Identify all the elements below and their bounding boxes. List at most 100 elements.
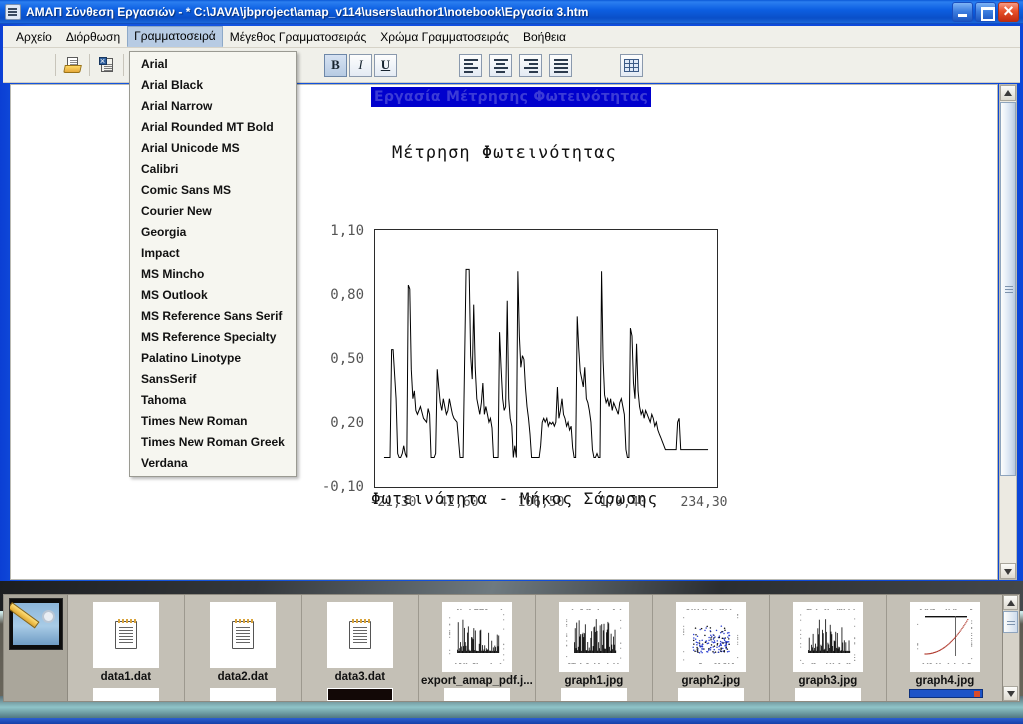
align-left-icon — [463, 59, 478, 73]
scroll-up-arrow-icon[interactable] — [1003, 595, 1018, 610]
file-browser-list: data1.dat data2.dat data3.dat export_ama… — [68, 595, 1002, 701]
menu-option-font[interactable]: MS Reference Specialty — [130, 327, 296, 348]
align-right-icon — [523, 59, 538, 73]
list-item[interactable]: graph3.jpg — [770, 595, 887, 701]
bold-label: B — [331, 57, 340, 72]
align-center-button[interactable] — [489, 53, 512, 77]
list-item[interactable]: graph4.jpg — [887, 595, 1002, 701]
menu-option-font[interactable]: MS Mincho — [130, 264, 296, 285]
scroll-down-arrow-icon[interactable] — [1003, 686, 1018, 701]
scrollbar-thumb[interactable] — [1003, 611, 1018, 633]
menu-option-font[interactable]: Georgia — [130, 222, 296, 243]
menu-option-font[interactable]: Comic Sans MS — [130, 180, 296, 201]
text-file-icon — [92, 602, 159, 668]
taskbar-sliver — [0, 718, 1023, 724]
menu-option-font[interactable]: Arial Narrow — [130, 96, 296, 117]
menu-item-help[interactable]: Βοήθεια — [516, 27, 573, 47]
y-axis-tick: -0,10 — [321, 479, 364, 495]
align-right-button[interactable] — [519, 53, 542, 77]
menu-option-font[interactable]: Times New Roman Greek — [130, 432, 296, 453]
y-axis-tick: 0,50 — [330, 351, 364, 367]
tray-window-sliver — [908, 689, 983, 698]
line-chart-svg — [375, 230, 717, 487]
chart-thumbnail-icon — [675, 602, 746, 672]
open-document-button[interactable] — [61, 54, 84, 77]
image-editor-preview-icon[interactable] — [9, 598, 63, 650]
insert-table-button[interactable] — [620, 53, 643, 77]
scroll-down-arrow-icon[interactable] — [1000, 563, 1016, 579]
toolbar-separator — [89, 54, 90, 76]
menu-option-font[interactable]: MS Outlook — [130, 285, 296, 306]
menu-item-edit[interactable]: Διόρθωση — [59, 27, 127, 47]
chart-thumbnail-icon — [558, 602, 629, 672]
file-name-label: graph2.jpg — [681, 675, 741, 687]
file-name-label: data3.dat — [334, 671, 386, 683]
y-axis-tick: 1,10 — [330, 223, 364, 239]
text-file-icon — [326, 602, 393, 668]
scroll-up-arrow-icon[interactable] — [1000, 85, 1016, 101]
open-document-icon — [62, 57, 82, 73]
y-axis-tick: 0,80 — [330, 287, 364, 303]
align-justify-button[interactable] — [549, 53, 572, 77]
file-name-label: graph3.jpg — [798, 675, 858, 687]
align-justify-icon — [553, 59, 568, 73]
menu-option-font[interactable]: Arial Black — [130, 75, 296, 96]
scrollbar-thumb[interactable] — [1000, 102, 1016, 476]
menu-option-font[interactable]: Palatino Linotype — [130, 348, 296, 369]
menu-option-font[interactable]: SansSerif — [130, 369, 296, 390]
chart-thumbnail-icon — [441, 602, 512, 672]
menu-option-font[interactable]: Times New Roman — [130, 411, 296, 432]
export-document-button[interactable] — [95, 54, 118, 77]
menu-item-file[interactable]: Αρχείο — [9, 27, 59, 47]
chart-thumbnail-icon — [909, 602, 980, 672]
file-name-label: data2.dat — [217, 671, 269, 683]
y-axis-tick: 0,20 — [330, 415, 364, 431]
menu-option-font[interactable]: MS Reference Sans Serif — [130, 306, 296, 327]
underline-label: U — [380, 57, 391, 72]
toolbar-align-group — [458, 53, 573, 77]
file-browser-preview-pane — [4, 595, 68, 701]
list-item[interactable]: export_amap_pdf.j... — [419, 595, 536, 701]
export-document-icon — [98, 54, 115, 73]
file-name-label: graph1.jpg — [564, 675, 624, 687]
menu-option-font[interactable]: Arial — [130, 54, 296, 75]
next-row-peek — [536, 688, 652, 701]
menu-item-font-color[interactable]: Χρώμα Γραμματοσειράς — [373, 27, 516, 47]
underline-button[interactable]: U — [374, 53, 397, 77]
list-item[interactable]: data2.dat — [185, 595, 302, 701]
menu-option-font[interactable]: Tahoma — [130, 390, 296, 411]
file-browser-scrollbar[interactable] — [1002, 595, 1019, 701]
next-row-peek — [68, 688, 184, 701]
x-axis-tick: 234,30 — [680, 495, 728, 510]
next-row-peek — [302, 688, 418, 701]
document-scrollbar[interactable] — [999, 84, 1017, 580]
document-heading[interactable]: Εργασία Μέτρησης Φωτεινότητας — [371, 87, 652, 107]
menu-option-font[interactable]: Arial Rounded MT Bold — [130, 117, 296, 138]
series-line — [384, 269, 708, 457]
align-center-icon — [493, 59, 508, 73]
bold-button[interactable]: B — [324, 53, 347, 77]
menu-item-font-size[interactable]: Μέγεθος Γραμματοσειράς — [223, 27, 374, 47]
next-row-peek — [185, 688, 301, 701]
toolbar-separator — [123, 54, 124, 76]
close-button[interactable] — [998, 0, 1019, 22]
list-item[interactable]: graph1.jpg — [536, 595, 653, 701]
list-item[interactable]: data3.dat — [302, 595, 419, 701]
list-item[interactable]: graph2.jpg — [653, 595, 770, 701]
maximize-button[interactable] — [975, 2, 996, 22]
italic-button[interactable]: I — [349, 53, 372, 77]
menu-option-font[interactable]: Calibri — [130, 159, 296, 180]
menu-option-font[interactable]: Impact — [130, 243, 296, 264]
align-left-button[interactable] — [459, 53, 482, 77]
menu-option-font[interactable]: Arial Unicode MS — [130, 138, 296, 159]
minimize-button[interactable] — [952, 2, 973, 22]
menu-item-font[interactable]: Γραμματοσειρά — [127, 26, 223, 47]
app-icon — [5, 4, 21, 20]
title-bar[interactable]: ΑΜΑΠ Σύνθεση Εργασιών - * C:\JAVA\jbproj… — [0, 0, 1023, 24]
figure-caption[interactable]: Φωτεινότητα - Μήκος Σάρωσης — [371, 489, 658, 508]
list-item[interactable]: data1.dat — [68, 595, 185, 701]
font-dropdown-menu: Arial Arial Black Arial Narrow Arial Rou… — [129, 51, 297, 477]
file-name-label: data1.dat — [100, 671, 152, 683]
menu-option-font[interactable]: Courier New — [130, 201, 296, 222]
menu-option-font[interactable]: Verdana — [130, 453, 296, 474]
